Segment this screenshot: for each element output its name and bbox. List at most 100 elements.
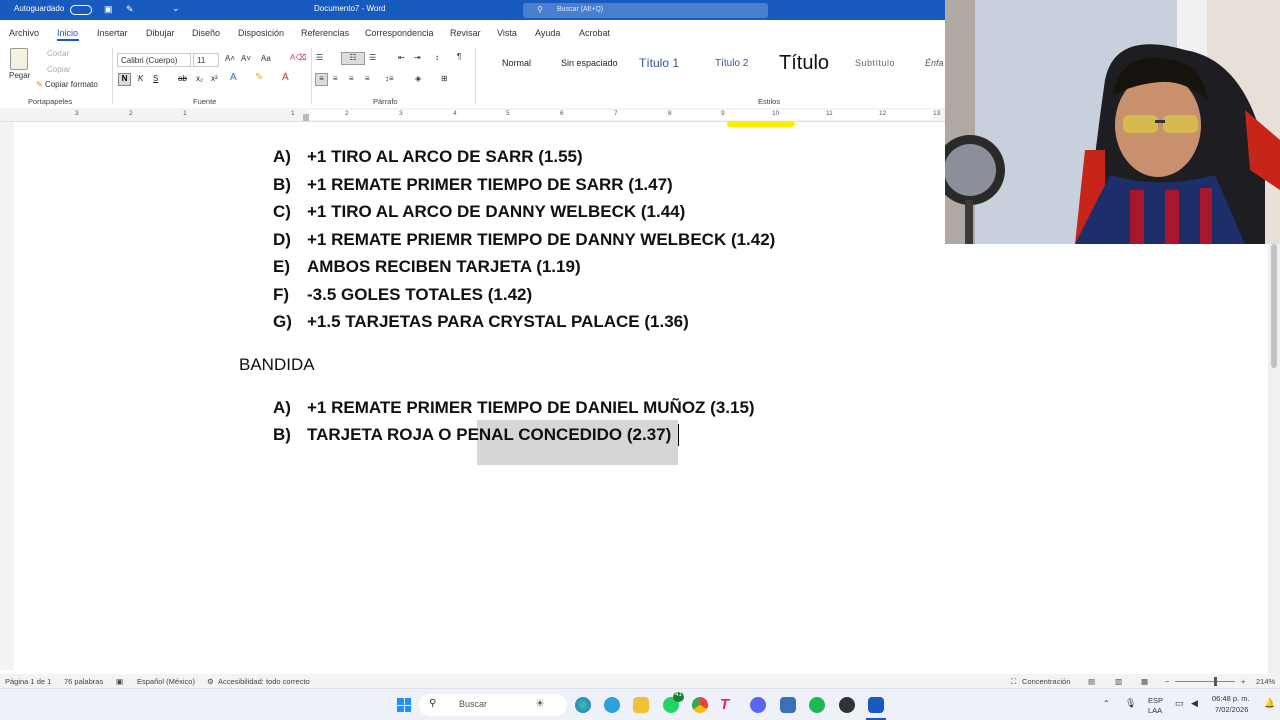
network-icon[interactable]: ▭: [1175, 698, 1184, 709]
word-icon[interactable]: [868, 697, 884, 713]
style-heading-1[interactable]: Título 1: [639, 56, 679, 70]
tab-referencias[interactable]: Referencias: [301, 28, 349, 38]
bold-button[interactable]: N: [118, 73, 131, 86]
tab-disposicion[interactable]: Disposición: [238, 28, 284, 38]
save-icon[interactable]: ▣: [104, 4, 113, 15]
vertical-ruler[interactable]: [0, 122, 14, 670]
word-count[interactable]: 76 palabras: [64, 677, 103, 686]
copy-button[interactable]: Copiar: [47, 65, 71, 74]
style-subtitle[interactable]: Subtítulo: [855, 58, 895, 68]
style-normal[interactable]: Normal: [502, 58, 531, 68]
superscript-icon[interactable]: x²: [211, 74, 218, 83]
subscript-icon[interactable]: x₂: [196, 74, 203, 83]
tab-ayuda[interactable]: Ayuda: [535, 28, 560, 38]
decrease-indent-icon[interactable]: ⇤: [398, 53, 405, 62]
align-center-icon[interactable]: ≡: [333, 74, 338, 83]
change-case-icon[interactable]: Aa: [261, 54, 271, 63]
shading-icon[interactable]: ◈: [415, 74, 421, 83]
customize-chevron-icon[interactable]: ⌄: [172, 3, 180, 14]
zoom-level[interactable]: 214%: [1256, 677, 1275, 686]
pen-icon[interactable]: ✎: [126, 4, 134, 15]
strikethrough-icon[interactable]: ab: [178, 74, 187, 83]
language-indicator[interactable]: Español (México): [137, 677, 195, 686]
clear-format-icon[interactable]: A⌫: [290, 53, 307, 62]
style-heading-2[interactable]: Título 2: [715, 58, 748, 69]
notification-icon[interactable]: 🔔: [1264, 698, 1275, 709]
cut-button[interactable]: Cortar: [47, 49, 69, 58]
tab-acrobat[interactable]: Acrobat: [579, 28, 610, 38]
zoom-slider[interactable]: [1175, 681, 1235, 682]
web-layout-icon[interactable]: ▦: [1141, 677, 1148, 686]
numbering-icon[interactable]: ☷: [341, 52, 365, 65]
underline-button[interactable]: S: [153, 74, 158, 83]
print-layout-icon[interactable]: ▥: [1115, 677, 1122, 686]
read-mode-icon[interactable]: ▤: [1088, 677, 1095, 686]
list-text: +1 TIRO AL ARCO DE DANNY WELBECK (1.44): [307, 202, 686, 221]
zoom-in-icon[interactable]: +: [1241, 677, 1245, 686]
chevron-up-icon[interactable]: ⌃: [1103, 699, 1110, 708]
borders-icon[interactable]: ⊞: [441, 74, 448, 83]
bullets-icon[interactable]: ☰: [316, 53, 323, 62]
typora-icon[interactable]: T: [720, 696, 729, 713]
vertical-scrollbar[interactable]: [1268, 244, 1280, 676]
tab-diseno[interactable]: Diseño: [192, 28, 220, 38]
telegram-icon[interactable]: [604, 697, 620, 713]
font-size-select[interactable]: 11: [193, 53, 219, 67]
italic-button[interactable]: K: [138, 74, 143, 83]
scrollbar-thumb[interactable]: [1271, 244, 1277, 368]
style-title[interactable]: Título: [779, 52, 829, 75]
tab-archivo[interactable]: Archivo: [9, 28, 39, 38]
increase-indent-icon[interactable]: ⇥: [414, 53, 421, 62]
spotify-icon[interactable]: [809, 697, 825, 713]
accessibility-status[interactable]: Accesibilidad: todo correcto: [218, 677, 310, 686]
style-emphasis[interactable]: Énfa: [925, 58, 944, 68]
windows-start-icon[interactable]: [397, 698, 411, 712]
grow-font-icon[interactable]: A˄: [225, 54, 235, 63]
search-box[interactable]: ⚲ Buscar (Alt+Q): [523, 3, 768, 18]
file-explorer-icon[interactable]: [633, 697, 649, 713]
discord-icon[interactable]: [750, 697, 766, 713]
edge-icon[interactable]: [575, 697, 591, 713]
shrink-font-icon[interactable]: A˅: [241, 54, 251, 63]
highlight-color-icon[interactable]: ✎: [255, 72, 263, 83]
text-effects-icon[interactable]: A: [230, 72, 237, 83]
justify-icon[interactable]: ≡: [365, 74, 370, 83]
chrome-icon[interactable]: [692, 697, 708, 713]
horizontal-ruler[interactable]: 3 2 1 1 2 3 4 5 6 7 8 9 10 11 12 13: [0, 108, 945, 122]
language-code[interactable]: ESP: [1148, 696, 1163, 705]
zoom-slider-thumb[interactable]: [1214, 677, 1217, 686]
multilevel-list-icon[interactable]: ☰: [369, 53, 376, 62]
paste-button[interactable]: Pegar: [9, 71, 30, 80]
section-heading[interactable]: BANDIDA: [239, 355, 315, 375]
format-painter-button[interactable]: ✎ Copiar formato: [36, 80, 98, 89]
tab-dibujar[interactable]: Dibujar: [146, 28, 175, 38]
sort-icon[interactable]: ↕: [435, 53, 439, 62]
font-color-icon[interactable]: A: [282, 72, 289, 83]
proofing-icon[interactable]: ▣: [116, 677, 123, 686]
microphone-icon[interactable]: 🎙: [1125, 698, 1136, 709]
autosave-toggle[interactable]: [70, 5, 92, 15]
tab-vista[interactable]: Vista: [497, 28, 517, 38]
obs-icon[interactable]: [839, 697, 855, 713]
line-spacing-icon[interactable]: ↕≡: [385, 74, 394, 83]
zoom-out-icon[interactable]: −: [1165, 677, 1169, 686]
align-right-icon[interactable]: ≡: [349, 74, 354, 83]
indent-marker-icon[interactable]: [303, 114, 309, 121]
style-no-spacing[interactable]: Sin espaciado: [561, 58, 618, 68]
font-family-select[interactable]: Calibri (Cuerpo): [117, 53, 191, 67]
tab-revisar[interactable]: Revisar: [450, 28, 481, 38]
tab-insertar[interactable]: Insertar: [97, 28, 128, 38]
show-marks-icon[interactable]: ¶: [457, 52, 461, 61]
tab-inicio[interactable]: Inicio: [57, 28, 78, 38]
clock-date[interactable]: 7/02/2026: [1215, 705, 1248, 714]
calculator-icon[interactable]: [780, 697, 796, 713]
taskbar-search[interactable]: ⚲ Buscar ☀: [419, 694, 567, 716]
clock-time[interactable]: 06:48 p. m.: [1212, 694, 1250, 703]
volume-icon[interactable]: ◀: [1191, 698, 1198, 709]
paste-icon[interactable]: [10, 48, 28, 70]
focus-mode-button[interactable]: Concentración: [1022, 677, 1070, 686]
align-left-icon[interactable]: ≡: [315, 73, 328, 86]
tab-correspondencia[interactable]: Correspondencia: [365, 28, 434, 38]
autosave-label[interactable]: Autoguardado: [14, 4, 64, 13]
page-count[interactable]: Página 1 de 1: [5, 677, 51, 686]
